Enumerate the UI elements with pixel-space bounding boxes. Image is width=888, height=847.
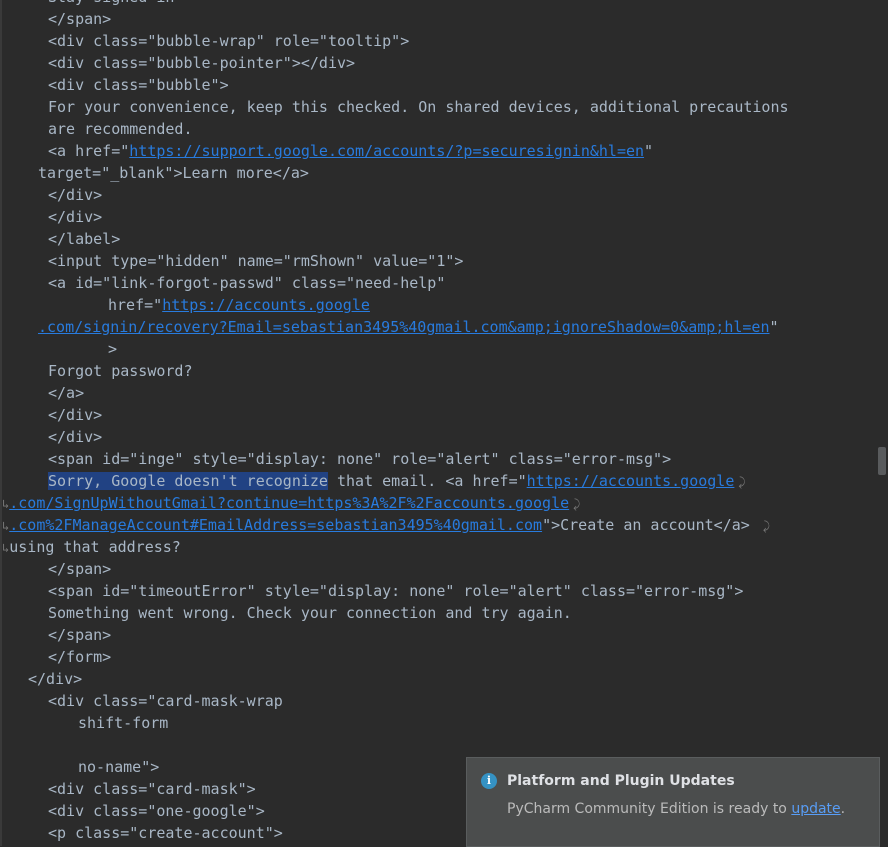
notification-title: Platform and Plugin Updates bbox=[507, 773, 735, 789]
code-line[interactable]: </label> bbox=[2, 228, 876, 250]
code-line[interactable]: <a id="link-forgot-passwd" class="need-h… bbox=[2, 272, 876, 294]
code-line[interactable]: Sorry, Google doesn't recognize that ema… bbox=[2, 470, 876, 492]
code-line[interactable]: target="_blank">Learn more</a> bbox=[2, 162, 876, 184]
code-text: <div class="bubble-wrap" role="tooltip"> bbox=[48, 32, 410, 50]
info-icon: i bbox=[481, 773, 497, 789]
code-line[interactable]: href="https://accounts.google bbox=[2, 294, 876, 316]
code-link[interactable]: .com/SignUpWithoutGmail?continue=https%3… bbox=[9, 494, 569, 512]
code-line[interactable]: <span id="inge" style="display: none" ro… bbox=[2, 448, 876, 470]
soft-wrap-end-icon: ⤸ bbox=[762, 519, 771, 533]
code-text: <div class="card-mask"> bbox=[48, 780, 256, 798]
notification-message-text: PyCharm Community Edition is ready to bbox=[507, 801, 792, 817]
code-line[interactable]: <div class="card-mask-wrap bbox=[2, 690, 876, 712]
scrollbar-marker[interactable] bbox=[878, 447, 886, 475]
code-editor[interactable]: Stay signed in </span> <div class="bubble-… bbox=[0, 0, 876, 846]
notification-message: PyCharm Community Edition is ready to up… bbox=[507, 801, 845, 817]
code-line[interactable]: For your convenience, keep this checked.… bbox=[2, 96, 876, 118]
code-text: </form> bbox=[48, 648, 112, 666]
code-text: " bbox=[644, 142, 654, 160]
code-line[interactable]: </span> bbox=[2, 8, 876, 30]
code-line[interactable]: Forgot password? bbox=[2, 360, 876, 382]
code-line[interactable]: </span> bbox=[2, 558, 876, 580]
code-text: <div class="one-google"> bbox=[48, 802, 265, 820]
code-text: are recommended. bbox=[48, 120, 193, 138]
code-line[interactable]: > bbox=[2, 338, 876, 360]
code-text: </a> bbox=[48, 384, 85, 402]
code-line[interactable]: <input type="hidden" name="rmShown" valu… bbox=[2, 250, 876, 272]
code-link[interactable]: .com/signin/recovery?Email=sebastian3495… bbox=[38, 318, 770, 336]
code-line[interactable]: </span> bbox=[2, 624, 876, 646]
code-text: <input type="hidden" name="rmShown" valu… bbox=[48, 252, 464, 270]
code-text: <div class="bubble"> bbox=[48, 76, 229, 94]
code-line[interactable]: <div class="bubble-pointer"></div> bbox=[2, 52, 876, 74]
code-text: </span> bbox=[48, 10, 112, 28]
soft-wrap-end-icon: ⤸ bbox=[738, 475, 746, 489]
code-link[interactable]: https://support.google.com/accounts/?p=s… bbox=[129, 142, 644, 160]
code-text: ">Create an account</a> bbox=[542, 516, 759, 534]
code-text: no-name"> bbox=[78, 758, 160, 776]
code-text: target="_blank">Learn more</a> bbox=[38, 164, 309, 182]
code-line[interactable]: </a> bbox=[2, 382, 876, 404]
code-line[interactable]: .com/signin/recovery?Email=sebastian3495… bbox=[2, 316, 876, 338]
code-line[interactable]: <span id="timeoutError" style="display: … bbox=[2, 580, 876, 602]
code-text: <p class="create-account"> bbox=[48, 824, 283, 842]
code-line[interactable]: <div class="bubble"> bbox=[2, 74, 876, 96]
code-text: <a id="link-forgot-passwd" class="need-h… bbox=[48, 274, 446, 292]
notification-message-suffix: . bbox=[840, 801, 846, 817]
code-line[interactable]: ↳using that address? bbox=[2, 536, 876, 558]
code-link[interactable]: .com%2FManageAccount#EmailAddress=sebast… bbox=[9, 516, 542, 534]
code-line[interactable]: <a href="https://support.google.com/acco… bbox=[2, 140, 876, 162]
code-line[interactable]: Something went wrong. Check your connect… bbox=[2, 602, 876, 624]
code-line[interactable]: </form> bbox=[2, 646, 876, 668]
update-notification-popup[interactable]: i Platform and Plugin Updates PyCharm Co… bbox=[466, 757, 880, 847]
code-link[interactable]: https://accounts.google bbox=[527, 472, 735, 490]
selected-text: Sorry, Google doesn't recognize bbox=[48, 472, 328, 490]
code-text: </span> bbox=[48, 560, 112, 578]
code-text: using that address? bbox=[9, 538, 181, 556]
code-text: For your convenience, keep this checked.… bbox=[48, 98, 789, 116]
code-line[interactable]: <div class="bubble-wrap" role="tooltip"> bbox=[2, 30, 876, 52]
code-text: shift-form bbox=[78, 714, 169, 732]
code-line[interactable]: are recommended. bbox=[2, 118, 876, 140]
code-line[interactable]: </div> bbox=[2, 404, 876, 426]
code-link[interactable]: https://accounts.google bbox=[162, 296, 370, 314]
code-line[interactable]: </div> bbox=[2, 668, 876, 690]
code-text: </div> bbox=[48, 208, 103, 226]
code-text: </span> bbox=[48, 626, 112, 644]
soft-wrap-end-icon: ⤸ bbox=[573, 497, 581, 511]
code-text: </div> bbox=[48, 406, 103, 424]
code-text: > bbox=[108, 340, 118, 358]
code-text: that email. <a href=" bbox=[327, 472, 527, 490]
code-text: <div class="card-mask-wrap bbox=[48, 692, 283, 710]
code-text: href=" bbox=[108, 296, 163, 314]
code-text: </div> bbox=[28, 670, 83, 688]
code-line[interactable]: shift-form bbox=[2, 712, 876, 734]
code-line[interactable]: ↳.com%2FManageAccount#EmailAddress=sebas… bbox=[2, 514, 876, 536]
code-line[interactable] bbox=[2, 734, 876, 756]
code-line[interactable]: ↳.com/SignUpWithoutGmail?continue=https%… bbox=[2, 492, 876, 514]
code-text: <a href=" bbox=[48, 142, 130, 160]
code-text: <span id="timeoutError" style="display: … bbox=[48, 582, 744, 600]
code-line[interactable]: Stay signed in bbox=[2, 0, 876, 8]
code-line[interactable]: </div> bbox=[2, 184, 876, 206]
code-text: <div class="bubble-pointer"></div> bbox=[48, 54, 356, 72]
code-text: <span id="inge" style="display: none" ro… bbox=[48, 450, 672, 468]
update-link[interactable]: update bbox=[791, 801, 840, 817]
code-text: </label> bbox=[48, 230, 121, 248]
code-text: Forgot password? bbox=[48, 362, 193, 380]
code-line[interactable]: </div> bbox=[2, 426, 876, 448]
code-text: </div> bbox=[48, 428, 103, 446]
code-text: </div> bbox=[48, 186, 103, 204]
code-text: Something went wrong. Check your connect… bbox=[48, 604, 572, 622]
code-line[interactable]: </div> bbox=[2, 206, 876, 228]
code-text: " bbox=[769, 318, 779, 336]
code-text: Stay signed in bbox=[48, 0, 174, 6]
